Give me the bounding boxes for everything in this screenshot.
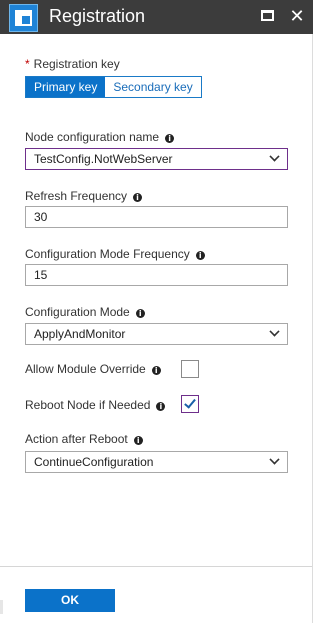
info-icon[interactable]: i bbox=[133, 193, 143, 202]
ok-button[interactable]: OK bbox=[25, 589, 115, 612]
info-icon[interactable]: i bbox=[135, 309, 145, 318]
config-mode-frequency-value: 15 bbox=[34, 268, 48, 282]
action-after-reboot-label: Action after Reboot i bbox=[25, 432, 143, 446]
allow-module-override-checkbox[interactable] bbox=[181, 360, 199, 378]
right-border bbox=[312, 34, 313, 623]
registration-key-label: * Registration key bbox=[25, 57, 120, 71]
checkmark-icon bbox=[184, 396, 196, 409]
registration-key-toggle: Primary key Secondary key bbox=[25, 76, 202, 98]
config-mode-frequency-label: Configuration Mode Frequency i bbox=[25, 247, 205, 261]
close-icon[interactable]: ✕ bbox=[289, 7, 305, 25]
config-mode-frequency-input[interactable]: 15 bbox=[25, 264, 288, 286]
info-icon[interactable]: i bbox=[195, 251, 205, 260]
configuration-mode-select[interactable]: ApplyAndMonitor bbox=[25, 323, 288, 345]
registration-app-icon bbox=[9, 4, 38, 32]
chevron-down-icon bbox=[269, 151, 280, 162]
left-edge-handle bbox=[0, 600, 3, 614]
configuration-mode-value: ApplyAndMonitor bbox=[34, 327, 126, 341]
required-asterisk: * bbox=[25, 57, 30, 71]
node-configuration-label: Node configuration name i bbox=[25, 130, 175, 144]
primary-key-button[interactable]: Primary key bbox=[26, 77, 106, 97]
info-icon[interactable]: i bbox=[165, 134, 175, 143]
info-icon[interactable]: i bbox=[133, 436, 143, 445]
allow-module-override-label: Allow Module Override i bbox=[25, 362, 161, 376]
action-after-reboot-select[interactable]: ContinueConfiguration bbox=[25, 451, 288, 473]
refresh-frequency-input[interactable]: 30 bbox=[25, 206, 288, 228]
reboot-node-label: Reboot Node if Needed i bbox=[25, 398, 166, 412]
action-after-reboot-value: ContinueConfiguration bbox=[34, 455, 154, 469]
refresh-frequency-value: 30 bbox=[34, 210, 48, 224]
refresh-frequency-label: Refresh Frequency i bbox=[25, 189, 143, 203]
chevron-down-icon bbox=[269, 454, 280, 465]
reboot-node-checkbox[interactable] bbox=[181, 395, 199, 413]
info-icon[interactable]: i bbox=[156, 402, 166, 411]
window-title: Registration bbox=[49, 6, 146, 26]
chevron-down-icon bbox=[269, 326, 280, 337]
node-configuration-value: TestConfig.NotWebServer bbox=[34, 152, 173, 166]
footer-divider bbox=[0, 566, 313, 567]
secondary-key-button[interactable]: Secondary key bbox=[105, 77, 201, 97]
maximize-icon[interactable] bbox=[259, 8, 275, 24]
node-configuration-select[interactable]: TestConfig.NotWebServer bbox=[25, 148, 288, 170]
info-icon[interactable]: i bbox=[151, 366, 161, 375]
title-bar: Registration ✕ bbox=[0, 0, 313, 34]
configuration-mode-label: Configuration Mode i bbox=[25, 305, 145, 319]
